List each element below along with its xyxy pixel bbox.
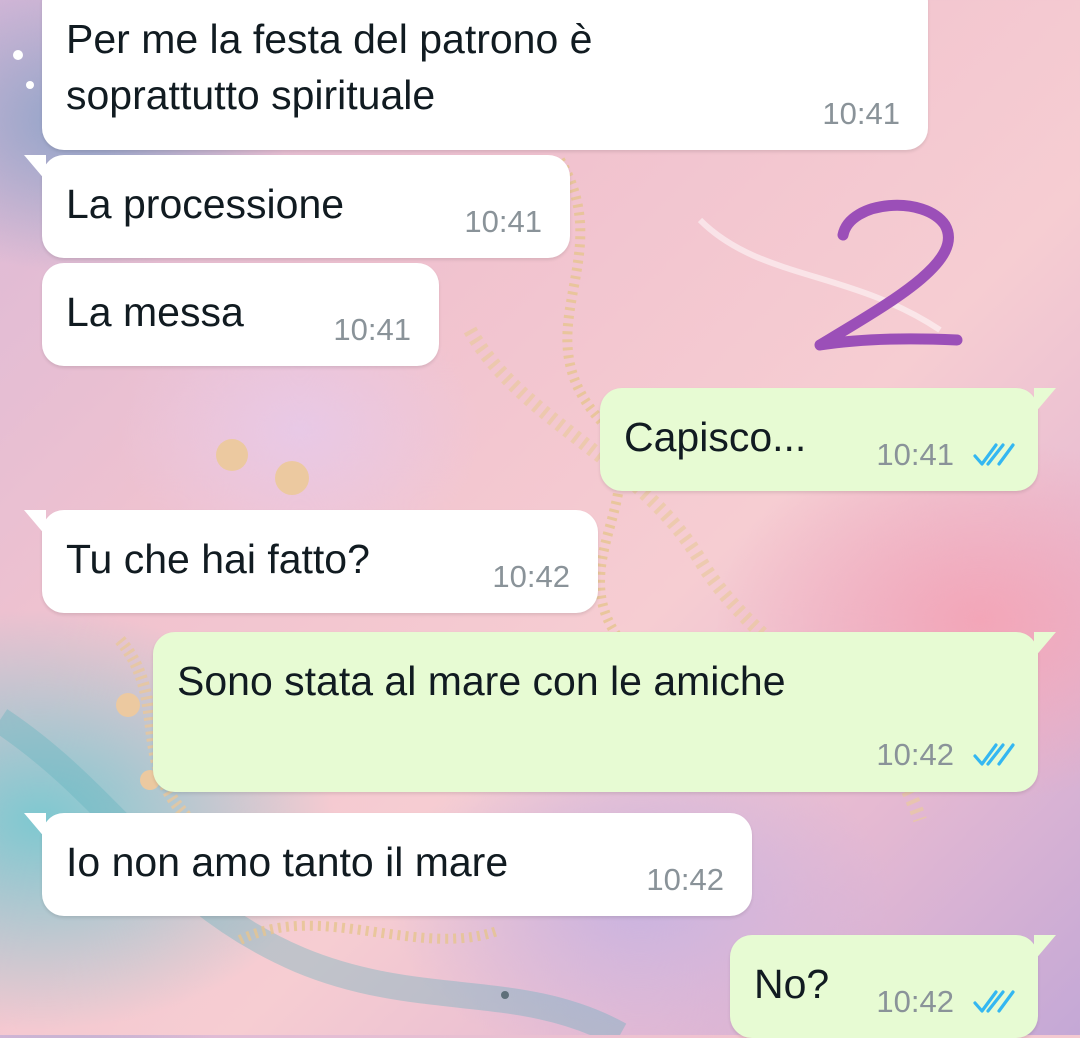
message-timestamp: 10:41 — [822, 96, 900, 131]
double-check-read-icon — [973, 743, 1015, 766]
message-timestamp: 10:42 — [876, 737, 954, 772]
message-text-line: No? — [754, 961, 830, 1007]
incoming-message[interactable]: Tu che hai fatto? 10:42 — [24, 510, 598, 613]
outgoing-message[interactable]: Sono stata al mare con le amiche 10:42 — [153, 632, 1056, 792]
incoming-message[interactable]: Io non amo tanto il mare 10:42 — [24, 813, 752, 916]
message-timestamp: 10:42 — [876, 984, 954, 1019]
double-check-read-icon — [973, 990, 1015, 1013]
message-text-line: soprattutto spirituale — [66, 72, 436, 118]
message-timestamp: 10:41 — [876, 437, 954, 472]
message-text-line: La processione — [66, 181, 345, 227]
message-text-line: Tu che hai fatto? — [66, 536, 370, 582]
outgoing-message[interactable]: No? 10:42 — [730, 935, 1056, 1038]
incoming-message[interactable]: La processione 10:41 — [24, 155, 570, 258]
message-text-line: Io non amo tanto il mare — [66, 839, 509, 885]
outgoing-message[interactable]: Capisco... 10:41 — [600, 388, 1056, 491]
message-text-line: La messa — [66, 289, 244, 335]
message-text-line: Sono stata al mare con le amiche — [177, 658, 786, 704]
message-timestamp: 10:41 — [464, 204, 542, 239]
message-timestamp: 10:42 — [646, 862, 724, 897]
incoming-message[interactable]: La messa 10:41 — [42, 263, 439, 366]
double-check-read-icon — [973, 443, 1015, 466]
message-timestamp: 10:41 — [333, 312, 411, 347]
message-text-line: Capisco... — [624, 414, 807, 460]
incoming-message[interactable]: Per me la festa del patrono è soprattutt… — [42, 0, 928, 150]
message-timestamp: 10:42 — [492, 559, 570, 594]
overlay-number-two — [814, 199, 963, 351]
message-text-line: Per me la festa del patrono è — [66, 16, 593, 62]
